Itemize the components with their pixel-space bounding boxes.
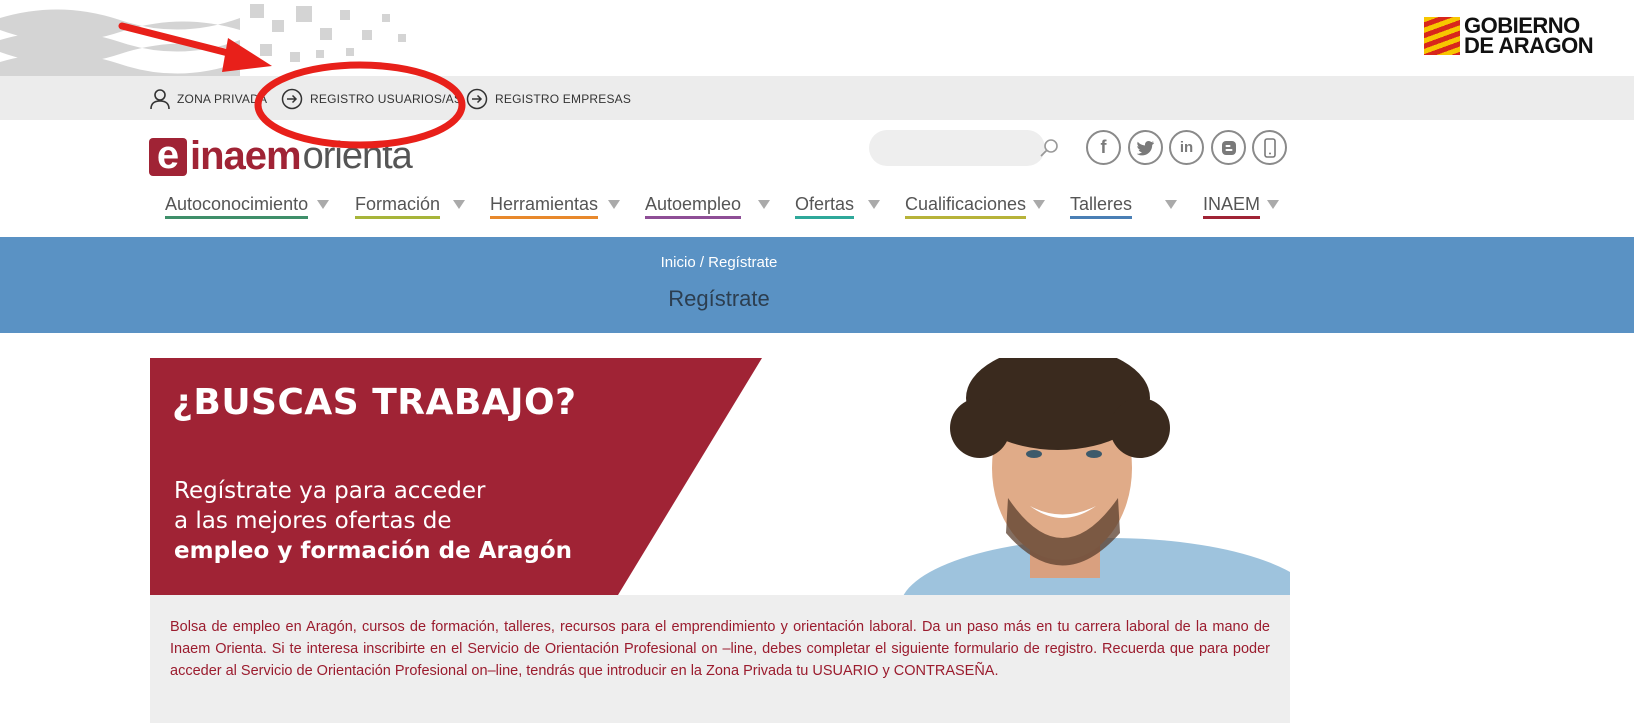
chevron-down-icon <box>608 200 620 209</box>
registro-empresas-link[interactable]: REGISTRO EMPRESAS <box>466 88 631 110</box>
twitter-icon[interactable]: t <box>1128 130 1163 165</box>
facebook-glyph: f <box>1100 137 1107 157</box>
arrow-circle-icon <box>281 88 303 110</box>
aragon-flag-icon <box>1424 17 1460 55</box>
chevron-down-icon <box>453 200 465 209</box>
hero-subtitle-line-3: empleo y formación de Aragón <box>174 538 573 564</box>
description-box: Bolsa de empleo en Aragón, cursos de for… <box>150 595 1290 723</box>
nav-item-ofertas[interactable]: Ofertas <box>795 194 880 224</box>
nav-item-herramientas[interactable]: Herramientas <box>490 194 620 224</box>
linkedin-glyph: in <box>1179 139 1194 156</box>
user-icon <box>150 89 170 110</box>
registro-usuarios-link[interactable]: REGISTRO USUARIOS/AS <box>281 88 462 110</box>
utility-bar: ZONA PRIVADA REGISTRO USUARIOS/AS REGIST… <box>0 76 1634 120</box>
chevron-down-icon <box>868 200 880 209</box>
inaem-orienta-logo[interactable]: e inaem orienta <box>149 128 413 178</box>
logo-inaem-text: inaem <box>190 134 302 178</box>
hero-title: ¿BUSCAS TRABAJO? <box>172 382 577 423</box>
chevron-down-icon <box>758 200 770 209</box>
nav-item-formacion[interactable]: Formación <box>355 194 465 224</box>
search-input[interactable] <box>869 130 1045 166</box>
facebook-icon[interactable]: f <box>1086 130 1121 165</box>
hero-banner: ¿BUSCAS TRABAJO? Regístrate ya para acce… <box>150 358 1290 595</box>
decorative-pattern <box>0 4 406 76</box>
chevron-down-icon <box>1267 200 1279 209</box>
page: GOBIERNO DE ARAGON ZONA PRIVADA REGISTRO… <box>0 0 1634 723</box>
chevron-down-icon <box>1033 200 1045 209</box>
description-text: Bolsa de empleo en Aragón, cursos de for… <box>170 619 1270 679</box>
chevron-down-icon <box>317 200 329 209</box>
search-icon[interactable] <box>1039 137 1061 159</box>
nav-label: Autoconocimiento <box>165 194 309 219</box>
arrow-circle-icon <box>466 88 488 110</box>
twitter-bird-icon <box>1136 140 1154 155</box>
nav-label: Formación <box>355 194 441 219</box>
logo-mark: e <box>149 135 187 176</box>
nav-item-cualificaciones[interactable]: Cualificaciones <box>905 194 1045 224</box>
registro-empresas-label: REGISTRO EMPRESAS <box>495 92 632 106</box>
nav-item-autoconocimiento[interactable]: Autoconocimiento <box>165 194 329 224</box>
mobile-glyph-icon <box>1263 137 1276 158</box>
zona-privada-link[interactable]: ZONA PRIVADA <box>150 88 267 110</box>
breadcrumb[interactable]: Inicio / Regístrate <box>0 254 1438 271</box>
linkedin-icon[interactable]: in <box>1169 130 1204 165</box>
logo-orienta-text: orienta <box>302 135 413 177</box>
top-banner: GOBIERNO DE ARAGON <box>0 0 1634 76</box>
nav-item-autoempleo[interactable]: Autoempleo <box>645 194 770 224</box>
chevron-down-icon <box>1165 200 1177 209</box>
zona-privada-label: ZONA PRIVADA <box>177 92 268 106</box>
blogger-icon[interactable]: b <box>1211 130 1246 165</box>
nav-label: Herramientas <box>490 194 599 219</box>
nav-item-talleres[interactable]: Talleres <box>1070 194 1177 224</box>
hero-subtitle-line-2: a las mejores ofertas de <box>174 508 452 534</box>
nav-item-inaem[interactable]: INAEM <box>1203 194 1279 224</box>
nav-label: Cualificaciones <box>905 194 1027 219</box>
nav-label: Ofertas <box>795 194 855 219</box>
nav-label: INAEM <box>1203 194 1261 219</box>
mobile-icon[interactable] <box>1252 130 1287 165</box>
nav-label: Talleres <box>1070 194 1133 219</box>
hero-subtitle-line-1: Regístrate ya para acceder <box>174 478 486 504</box>
page-header-band <box>0 237 1634 333</box>
registro-usuarios-label: REGISTRO USUARIOS/AS <box>310 92 463 106</box>
blogger-glyph-icon <box>1221 140 1236 155</box>
nav-label: Autoempleo <box>645 194 742 219</box>
page-title: Regístrate <box>668 286 770 311</box>
gobierno-aragon-logo[interactable]: GOBIERNO DE ARAGON <box>1424 14 1594 58</box>
gov-logo-line-2: DE ARAGON <box>1464 33 1594 58</box>
